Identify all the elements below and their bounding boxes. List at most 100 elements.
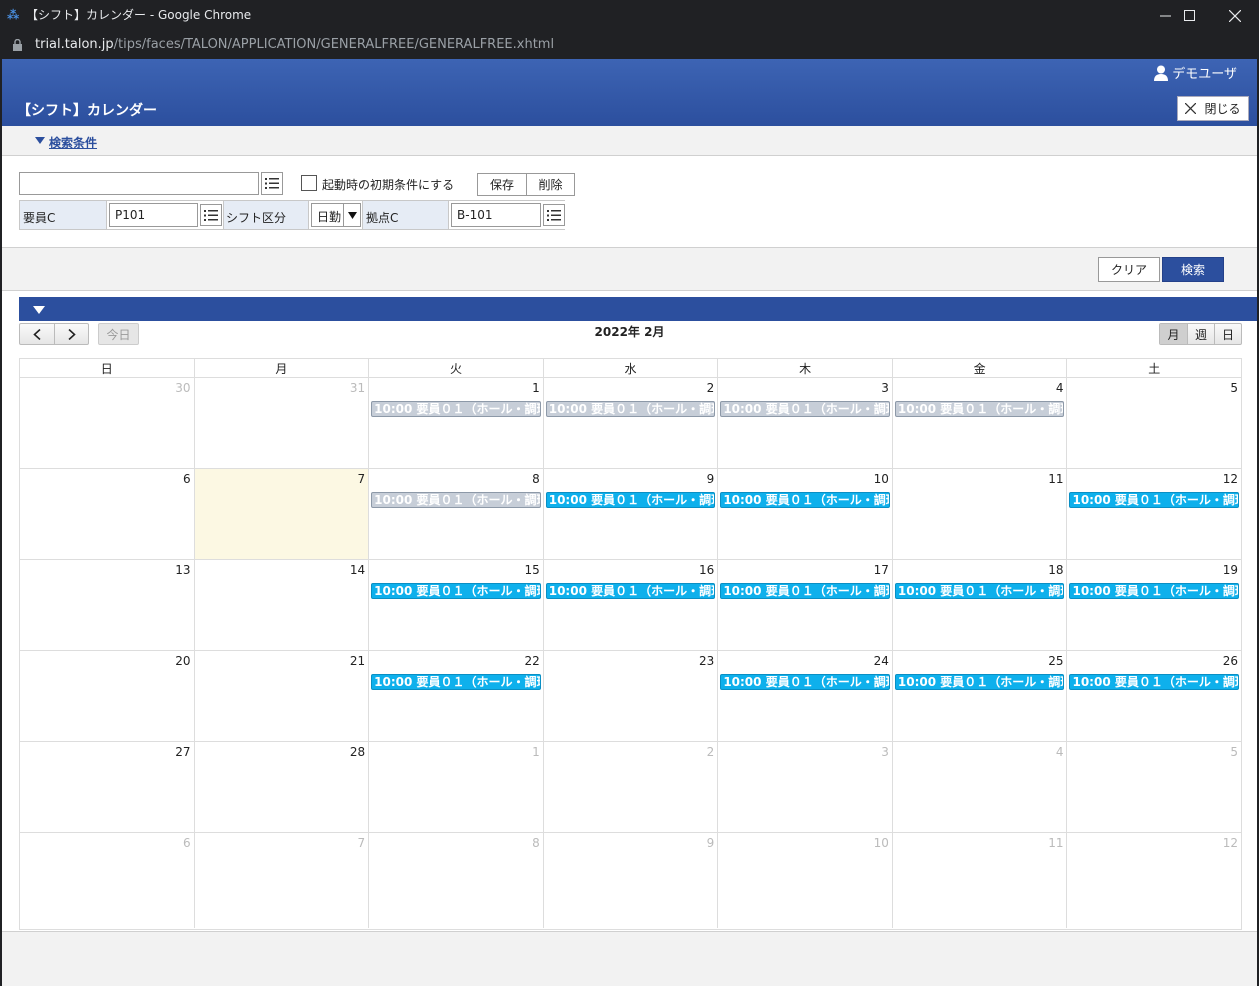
day-number[interactable]: 15 <box>524 563 539 577</box>
calendar-day-cell[interactable]: 11 <box>891 469 1067 559</box>
calendar-day-cell[interactable]: 8 <box>368 833 543 928</box>
day-number[interactable]: 23 <box>699 654 714 668</box>
day-number[interactable]: 1 <box>532 381 540 395</box>
calendar-day-cell[interactable]: 1 10:00 要員０１（ホール・調理 <box>368 378 543 468</box>
day-number[interactable]: 9 <box>707 836 715 850</box>
shift-event[interactable]: 10:00 要員０１（ホール・調理 <box>1069 674 1240 690</box>
calendar-day-cell[interactable]: 30 <box>20 378 194 468</box>
day-number[interactable]: 30 <box>175 381 190 395</box>
search-button[interactable]: 検索 <box>1162 257 1224 282</box>
day-number[interactable]: 17 <box>874 563 889 577</box>
shift-event[interactable]: 10:00 要員０１（ホール・調理 <box>720 492 890 508</box>
day-number[interactable]: 12 <box>1223 836 1238 850</box>
calendar-day-cell[interactable]: 19 10:00 要員０１（ホール・調理 <box>1066 560 1241 650</box>
calendar-day-cell[interactable]: 5 <box>1066 742 1241 832</box>
calendar-day-cell[interactable]: 4 <box>891 742 1067 832</box>
day-number[interactable]: 28 <box>350 745 365 759</box>
shift-event[interactable]: 10:00 要員０１（ホール・調理 <box>371 583 541 599</box>
calendar-day-cell[interactable]: 10 <box>717 833 892 928</box>
calendar-day-cell[interactable]: 26 10:00 要員０１（ホール・調理 <box>1066 651 1241 741</box>
day-number[interactable]: 4 <box>1056 745 1064 759</box>
calendar-day-cell[interactable]: 28 <box>193 742 369 832</box>
day-number[interactable]: 12 <box>1223 472 1238 486</box>
calendar-day-cell[interactable]: 4 10:00 要員０１（ホール・調理 <box>891 378 1067 468</box>
calendar-day-cell[interactable]: 21 <box>193 651 369 741</box>
base-input[interactable]: B-101 <box>451 203 541 227</box>
day-number[interactable]: 6 <box>183 836 191 850</box>
shift-event[interactable]: 10:00 要員０１（ホール・調理 <box>720 674 890 690</box>
day-number[interactable]: 2 <box>707 745 715 759</box>
day-number[interactable]: 9 <box>707 472 715 486</box>
shift-event[interactable]: 10:00 要員０１（ホール・調理 <box>371 401 541 417</box>
shift-event[interactable]: 10:00 要員０１（ホール・調理 <box>371 674 541 690</box>
shift-event[interactable]: 10:00 要員０１（ホール・調理 <box>894 583 1065 599</box>
calendar-day-cell[interactable]: 1 <box>368 742 543 832</box>
calendar-day-cell[interactable]: 22 10:00 要員０１（ホール・調理 <box>368 651 543 741</box>
day-number[interactable]: 18 <box>1048 563 1063 577</box>
saved-condition-input[interactable] <box>19 172 259 195</box>
shift-event[interactable]: 10:00 要員０１（ホール・調理 <box>545 583 716 599</box>
startup-default-checkbox[interactable] <box>301 175 317 191</box>
day-number[interactable]: 21 <box>350 654 365 668</box>
day-number[interactable]: 7 <box>358 836 366 850</box>
url-text[interactable]: trial.talon.jp/tips/faces/TALON/APPLICAT… <box>35 37 554 53</box>
shift-event[interactable]: 10:00 要員０１（ホール・調理 <box>720 583 890 599</box>
day-number[interactable]: 10 <box>874 836 889 850</box>
calendar-day-cell[interactable]: 12 <box>1066 833 1241 928</box>
view-button-0[interactable]: 月 <box>1160 324 1187 344</box>
day-number[interactable]: 5 <box>1230 381 1238 395</box>
day-number[interactable]: 7 <box>358 472 366 486</box>
staff-list-button[interactable] <box>200 204 222 226</box>
calendar-day-cell[interactable]: 3 10:00 要員０１（ホール・調理 <box>717 378 892 468</box>
day-number[interactable]: 3 <box>881 745 889 759</box>
calendar-day-cell[interactable]: 9 10:00 要員０１（ホール・調理 <box>542 469 718 559</box>
calendar-day-cell[interactable]: 9 <box>542 833 718 928</box>
day-number[interactable]: 10 <box>874 472 889 486</box>
day-number[interactable]: 4 <box>1056 381 1064 395</box>
calendar-day-today[interactable]: 7 <box>193 469 369 559</box>
day-number[interactable]: 31 <box>350 381 365 395</box>
view-button-2[interactable]: 日 <box>1214 324 1241 344</box>
maximize-icon[interactable] <box>1166 0 1212 31</box>
calendar-day-cell[interactable]: 2 <box>542 742 718 832</box>
save-button[interactable]: 保存 <box>478 174 526 195</box>
day-number[interactable]: 5 <box>1230 745 1238 759</box>
clear-button[interactable]: クリア <box>1098 257 1160 282</box>
search-conditions-link[interactable]: 検索条件 <box>49 134 97 151</box>
day-number[interactable]: 3 <box>881 381 889 395</box>
calendar-section-bar[interactable] <box>19 297 1257 321</box>
calendar-day-cell[interactable]: 31 <box>193 378 369 468</box>
calendar-day-cell[interactable]: 12 10:00 要員０１（ホール・調理 <box>1066 469 1241 559</box>
calendar-day-cell[interactable]: 10 10:00 要員０１（ホール・調理 <box>717 469 892 559</box>
day-number[interactable]: 25 <box>1048 654 1063 668</box>
close-button[interactable]: 閉じる <box>1177 96 1249 121</box>
calendar-day-cell[interactable]: 2 10:00 要員０１（ホール・調理 <box>542 378 718 468</box>
view-button-1[interactable]: 週 <box>1187 324 1214 344</box>
day-number[interactable]: 14 <box>350 563 365 577</box>
calendar-day-cell[interactable]: 13 <box>20 560 194 650</box>
calendar-day-cell[interactable]: 20 <box>20 651 194 741</box>
calendar-day-cell[interactable]: 8 10:00 要員０１（ホール・調理 <box>368 469 543 559</box>
shift-event[interactable]: 10:00 要員０１（ホール・調理 <box>371 492 541 508</box>
shift-event[interactable]: 10:00 要員０１（ホール・調理 <box>1069 583 1240 599</box>
calendar-day-cell[interactable]: 3 <box>717 742 892 832</box>
calendar-day-cell[interactable]: 23 <box>542 651 718 741</box>
day-number[interactable]: 22 <box>524 654 539 668</box>
calendar-day-cell[interactable]: 5 <box>1066 378 1241 468</box>
shift-select[interactable]: 日勤 <box>311 203 361 227</box>
calendar-day-cell[interactable]: 16 10:00 要員０１（ホール・調理 <box>542 560 718 650</box>
calendar-day-cell[interactable]: 6 <box>20 833 194 928</box>
calendar-day-cell[interactable]: 7 <box>193 833 369 928</box>
shift-event[interactable]: 10:00 要員０１（ホール・調理 <box>545 492 716 508</box>
calendar-day-cell[interactable]: 6 <box>20 469 194 559</box>
calendar-day-cell[interactable]: 27 <box>20 742 194 832</box>
day-number[interactable]: 11 <box>1048 836 1063 850</box>
staff-input[interactable]: P101 <box>109 203 198 227</box>
calendar-day-cell[interactable]: 11 <box>891 833 1067 928</box>
calendar-day-cell[interactable]: 17 10:00 要員０１（ホール・調理 <box>717 560 892 650</box>
address-bar[interactable]: trial.talon.jp/tips/faces/TALON/APPLICAT… <box>0 31 1259 59</box>
day-number[interactable]: 13 <box>175 563 190 577</box>
day-number[interactable]: 2 <box>707 381 715 395</box>
user-menu[interactable]: デモユーザ <box>1154 63 1237 82</box>
base-list-button[interactable] <box>543 204 565 226</box>
